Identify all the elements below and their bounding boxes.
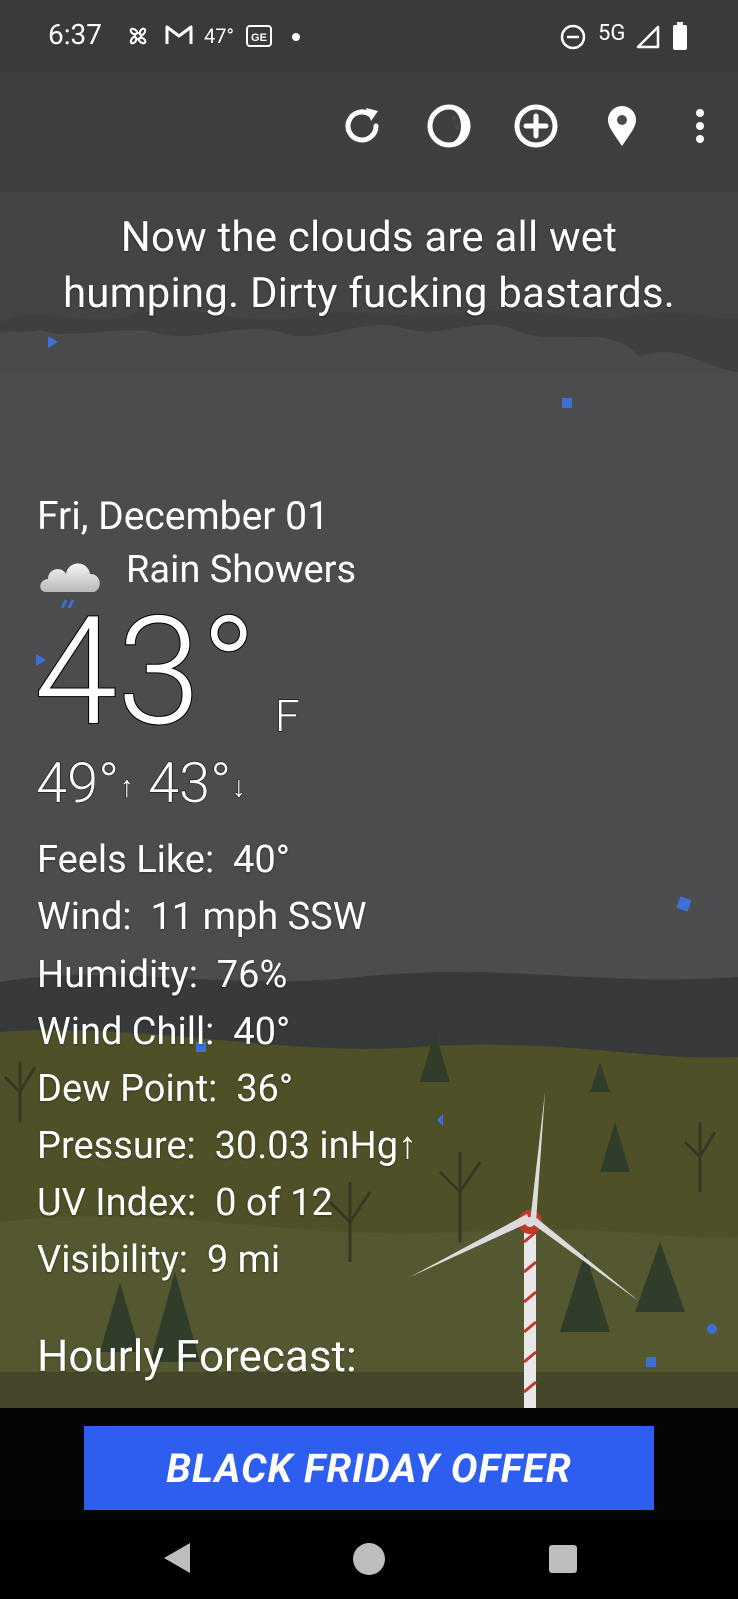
detail-feels-like: Feels Like: 40° bbox=[37, 838, 290, 882]
svg-text:GE: GE bbox=[251, 32, 267, 44]
navigation-bar bbox=[0, 1520, 738, 1599]
detail-visibility: Visibility: 9 mi bbox=[37, 1238, 280, 1282]
news-icon: GE bbox=[246, 25, 272, 47]
home-icon[interactable] bbox=[352, 1542, 386, 1576]
theme-button[interactable] bbox=[423, 100, 475, 152]
detail-uv-index: UV Index: 0 of 12 bbox=[37, 1181, 333, 1225]
detail-value: 76% bbox=[216, 953, 288, 997]
detail-label: Wind Chill: bbox=[37, 1010, 215, 1054]
detail-value: 30.03 inHg↑ bbox=[214, 1124, 418, 1168]
high-arrow-icon: ↑ bbox=[119, 769, 135, 805]
battery-icon bbox=[673, 22, 687, 50]
current-temperature: 43° bbox=[33, 584, 258, 760]
detail-label: Pressure: bbox=[37, 1124, 196, 1168]
location-button[interactable] bbox=[596, 100, 648, 152]
more-vert-icon bbox=[696, 109, 704, 143]
status-bar: 6:37 47° GE 5G bbox=[0, 0, 738, 72]
hourly-forecast-title: Hourly Forecast: bbox=[37, 1330, 357, 1382]
temperature-unit: F bbox=[275, 690, 301, 743]
add-location-button[interactable] bbox=[510, 100, 562, 152]
detail-label: Wind: bbox=[37, 895, 132, 939]
recents-icon[interactable] bbox=[548, 1544, 578, 1574]
forecast-date: Fri, December 01 bbox=[37, 493, 329, 539]
refresh-button[interactable] bbox=[336, 100, 388, 152]
overflow-menu-button[interactable] bbox=[678, 100, 722, 152]
detail-label: Dew Point: bbox=[37, 1067, 218, 1111]
black-friday-offer-button[interactable]: BLACK FRIDAY OFFER bbox=[84, 1426, 654, 1510]
back-icon[interactable] bbox=[160, 1540, 194, 1576]
notification-dot bbox=[292, 33, 300, 41]
detail-wind-chill: Wind Chill: 40° bbox=[37, 1010, 290, 1054]
detail-wind: Wind: 11 mph SSW bbox=[37, 895, 366, 939]
detail-value: 40° bbox=[233, 1010, 291, 1054]
refresh-icon bbox=[345, 108, 379, 143]
high-temperature: 49° bbox=[35, 750, 120, 817]
network-type: 5G bbox=[598, 21, 626, 46]
status-temperature: 47° bbox=[204, 24, 234, 48]
detail-label: Feels Like: bbox=[37, 838, 215, 882]
detail-value: 36° bbox=[236, 1067, 294, 1111]
location-pin-icon bbox=[608, 106, 636, 146]
low-temperature: 43° bbox=[147, 750, 232, 817]
detail-value: 11 mph SSW bbox=[150, 895, 367, 939]
fan-icon bbox=[129, 27, 147, 45]
detail-value: 40° bbox=[233, 838, 290, 882]
weather-headline: Now the clouds are all wet humping. Dirt… bbox=[62, 213, 676, 318]
high-low-temperature: 49°↑ 43°↓ bbox=[35, 750, 247, 817]
gmail-icon bbox=[165, 25, 193, 44]
detail-dew-point: Dew Point: 36° bbox=[37, 1067, 293, 1111]
detail-value: 9 mi bbox=[206, 1238, 281, 1282]
detail-value: 0 of 12 bbox=[215, 1181, 333, 1225]
signal-icon bbox=[636, 25, 660, 49]
detail-label: Visibility: bbox=[37, 1238, 188, 1282]
do-not-disturb-icon bbox=[560, 24, 586, 50]
status-time: 6:37 bbox=[48, 18, 102, 51]
theme-icon bbox=[427, 104, 471, 148]
detail-humidity: Humidity: 76% bbox=[37, 953, 287, 997]
low-arrow-icon: ↓ bbox=[231, 769, 247, 805]
detail-pressure: Pressure: 30.03 inHg↑ bbox=[37, 1124, 417, 1168]
detail-label: Humidity: bbox=[37, 953, 198, 997]
detail-label: UV Index: bbox=[37, 1181, 197, 1225]
add-location-icon bbox=[514, 104, 558, 148]
